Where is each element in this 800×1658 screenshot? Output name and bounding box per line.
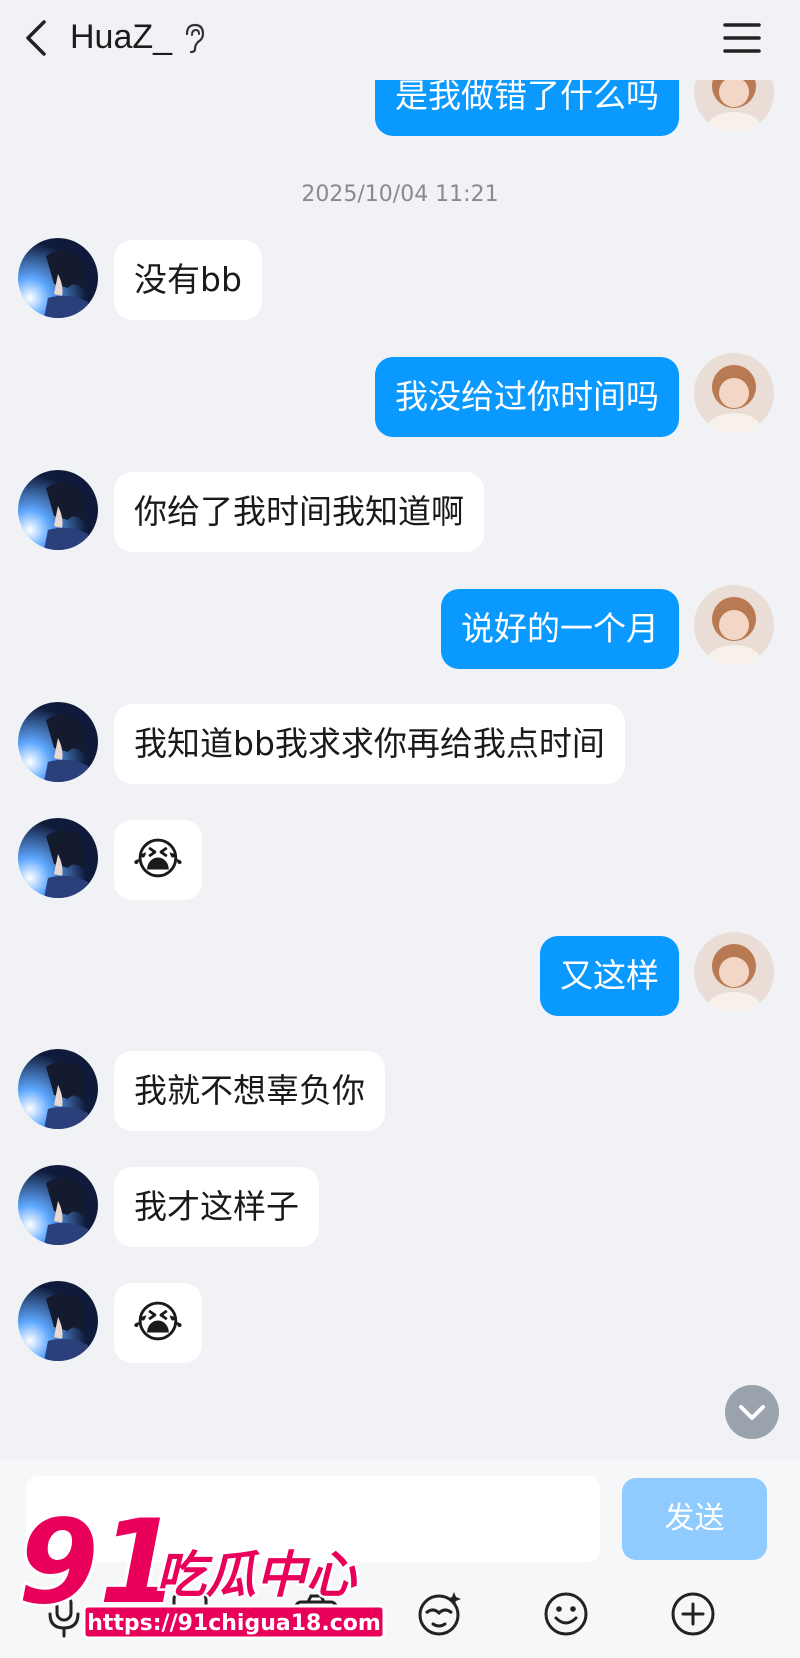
message-text: 我没给过你时间吗 bbox=[395, 377, 659, 416]
message-text: 你给了我时间我知道啊 bbox=[134, 492, 464, 531]
watermark-brand-text: 吃瓜中心 bbox=[156, 1546, 358, 1604]
girl-avatar-image bbox=[694, 932, 774, 1012]
anime-boy-avatar-image bbox=[18, 818, 98, 898]
message-text: 说好的一个月 bbox=[461, 609, 659, 648]
hamburger-menu-icon bbox=[723, 23, 761, 53]
message-text: 我知道bb我求求你再给我点时间 bbox=[134, 724, 605, 763]
message-bubble-in[interactable]: 我才这样子 bbox=[114, 1167, 319, 1247]
crying-emoji: 😭 bbox=[132, 1297, 184, 1348]
message-text: 我就不想辜负你 bbox=[134, 1071, 365, 1110]
crying-emoji: 😭 bbox=[132, 834, 184, 885]
ear-mode-indicator[interactable] bbox=[182, 22, 206, 58]
message-bubble-in[interactable]: 😭 bbox=[114, 1283, 202, 1363]
scroll-to-bottom-button[interactable] bbox=[725, 1385, 779, 1439]
chat-title[interactable]: HuaZ_ bbox=[70, 18, 172, 57]
watermark-url: https://91chigua18.com bbox=[87, 1611, 381, 1636]
send-button[interactable]: 发送 bbox=[622, 1478, 767, 1560]
anime-boy-avatar-image bbox=[18, 238, 98, 318]
timestamp: 2025/10/04 11:21 bbox=[301, 182, 499, 207]
contact-avatar[interactable] bbox=[18, 238, 98, 318]
my-avatar[interactable] bbox=[694, 585, 774, 665]
anime-boy-avatar-image bbox=[18, 1281, 98, 1361]
emoji-icon bbox=[544, 1592, 588, 1636]
chevron-down-icon bbox=[739, 1405, 765, 1420]
contact-avatar[interactable] bbox=[18, 818, 98, 898]
sticker-button[interactable] bbox=[414, 1588, 466, 1640]
anime-boy-avatar-image bbox=[18, 702, 98, 782]
plus-icon bbox=[671, 1592, 715, 1636]
menu-button[interactable] bbox=[722, 20, 762, 56]
anime-boy-avatar-image bbox=[18, 1165, 98, 1245]
my-avatar[interactable] bbox=[694, 353, 774, 433]
emoji-button[interactable] bbox=[540, 1588, 592, 1640]
contact-avatar[interactable] bbox=[18, 1049, 98, 1129]
watermark-logo: 91 吃瓜中心 https://91chigua18.com bbox=[16, 1494, 386, 1640]
contact-avatar[interactable] bbox=[18, 702, 98, 782]
contact-avatar[interactable] bbox=[18, 470, 98, 550]
message-bubble-out[interactable]: 我没给过你时间吗 bbox=[375, 357, 679, 437]
message-bubble-in[interactable]: 没有bb bbox=[114, 240, 262, 320]
message-list[interactable]: 是我做错了什么吗 2025/10/04 11:21 没有bb 我没给过你时间吗 … bbox=[0, 0, 800, 1460]
back-arrow-icon bbox=[26, 20, 46, 56]
message-text: 我才这样子 bbox=[134, 1187, 299, 1226]
message-bubble-in[interactable]: 你给了我时间我知道啊 bbox=[114, 472, 484, 552]
message-text: 又这样 bbox=[560, 956, 659, 995]
contact-avatar[interactable] bbox=[18, 1281, 98, 1361]
chat-header: HuaZ_ bbox=[0, 0, 800, 80]
back-button[interactable] bbox=[18, 18, 58, 58]
sticker-icon bbox=[418, 1592, 461, 1636]
message-bubble-in[interactable]: 我知道bb我求求你再给我点时间 bbox=[114, 704, 625, 784]
message-bubble-out[interactable]: 又这样 bbox=[540, 936, 679, 1016]
girl-avatar-image bbox=[694, 585, 774, 665]
message-bubble-in[interactable]: 我就不想辜负你 bbox=[114, 1051, 385, 1131]
anime-boy-avatar-image bbox=[18, 1049, 98, 1129]
message-bubble-in[interactable]: 😭 bbox=[114, 820, 202, 900]
contact-avatar[interactable] bbox=[18, 1165, 98, 1245]
message-text: 是我做错了什么吗 bbox=[395, 76, 659, 115]
girl-avatar-image bbox=[694, 353, 774, 433]
anime-boy-avatar-image bbox=[18, 470, 98, 550]
my-avatar[interactable] bbox=[694, 932, 774, 1012]
ear-icon bbox=[185, 23, 205, 54]
message-bubble-out[interactable]: 说好的一个月 bbox=[441, 589, 679, 669]
message-text: 没有bb bbox=[134, 260, 242, 299]
more-button[interactable] bbox=[667, 1588, 719, 1640]
